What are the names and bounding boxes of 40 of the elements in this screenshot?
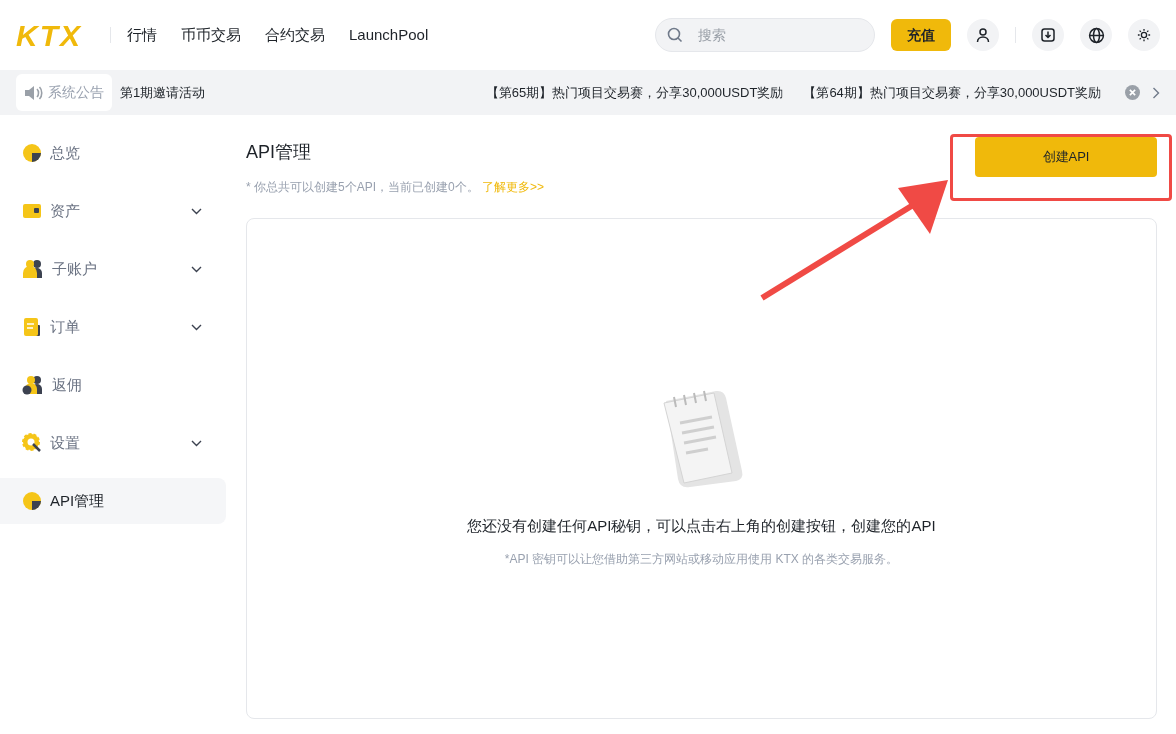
empty-state-subtitle: *API 密钥可以让您借助第三方网站或移动应用使用 KTX 的各类交易服务。	[504, 550, 899, 568]
user-icon	[975, 27, 991, 43]
chevron-right-icon[interactable]	[1152, 86, 1160, 99]
search-icon	[667, 27, 683, 43]
close-icon[interactable]	[1125, 85, 1140, 100]
sidebar-item[interactable]: 返佣	[0, 362, 226, 408]
api-limit-note: * 你总共可以创建5个API，当前已创建0个。 了解更多>>	[246, 179, 545, 196]
nav-link[interactable]: 行情	[127, 23, 157, 47]
nav-link[interactable]: 币币交易	[181, 23, 241, 47]
sidebar-item[interactable]: 子账户	[0, 246, 226, 292]
deposit-button[interactable]: 充值	[891, 19, 951, 51]
users-icon	[22, 259, 44, 279]
announcement-text[interactable]: 【第65期】热门项目交易赛，分享30,000USDT奖励	[485, 82, 784, 103]
announcement-text[interactable]: 【第64期】热门项目交易赛，分享30,000USDT奖励	[803, 82, 1101, 103]
download-icon	[1040, 27, 1056, 43]
wallet-icon	[22, 202, 42, 220]
nav-link[interactable]: LaunchPool	[349, 23, 429, 47]
globe-icon	[1087, 26, 1105, 44]
user-button[interactable]	[967, 19, 999, 51]
speaker-icon	[24, 83, 44, 102]
users-coin-icon	[22, 375, 44, 395]
download-button[interactable]	[1032, 19, 1064, 51]
empty-state-title: 您还没有创建任何API秘钥，可以点击右上角的创建按钮，创建您的API	[467, 516, 936, 536]
sidebar-item[interactable]: 订单	[0, 304, 226, 350]
sidebar-item[interactable]: 总览	[0, 130, 226, 176]
page-title: API管理	[246, 141, 312, 164]
sidebar-item[interactable]: API管理	[0, 478, 226, 524]
sidebar-item[interactable]: 资产	[0, 188, 226, 234]
document-icon	[22, 317, 42, 337]
nav-link[interactable]: 合约交易	[265, 23, 325, 47]
sidebar-item[interactable]: 设置	[0, 420, 226, 466]
sun-icon	[1137, 28, 1151, 42]
gear-wrench-icon	[22, 433, 42, 453]
create-api-button[interactable]: 创建API	[975, 137, 1157, 177]
language-button[interactable]	[1080, 19, 1112, 51]
search-field[interactable]: 搜索	[655, 18, 875, 52]
theme-button[interactable]	[1128, 19, 1160, 51]
announcement-text[interactable]: 第1期邀请活动	[120, 82, 206, 103]
pie-chart-icon	[22, 143, 42, 163]
pie-chart-icon	[22, 491, 42, 511]
